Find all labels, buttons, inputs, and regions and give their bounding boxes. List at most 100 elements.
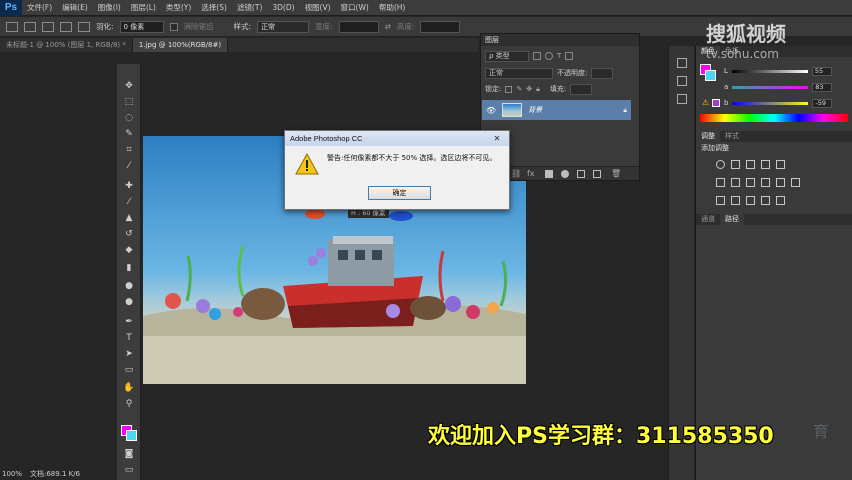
add-mask-icon[interactable]	[545, 170, 553, 178]
screen-mode-icon[interactable]: ▭	[121, 464, 137, 477]
menu-type[interactable]: 类型(Y)	[161, 2, 196, 13]
stamp-tool-icon[interactable]: ▲	[121, 212, 137, 225]
tab-paths[interactable]: 路径	[720, 214, 744, 225]
tab-untitled[interactable]: 未标题-1 @ 100% (图层 1, RGB/8) *	[0, 38, 133, 52]
menu-filter[interactable]: 滤镜(T)	[232, 2, 267, 13]
history-brush-tool-icon[interactable]: ↺	[121, 228, 137, 241]
selective-color-icon[interactable]	[776, 196, 785, 205]
menu-view[interactable]: 视图(V)	[300, 2, 336, 13]
shape-tool-icon[interactable]: ▭	[121, 364, 137, 377]
marquee-tool-icon[interactable]: ⬚	[121, 96, 137, 109]
menu-3d[interactable]: 3D(D)	[267, 3, 299, 12]
gradient-tool-icon[interactable]: ▮	[121, 262, 137, 275]
gamut-warning-icon[interactable]: ⚠	[702, 98, 709, 107]
filter-pixel-icon[interactable]	[533, 52, 541, 60]
tab-adjustments[interactable]: 调整	[696, 131, 720, 142]
eraser-tool-icon[interactable]: ◆	[121, 244, 137, 257]
lock-pixels-icon[interactable]	[505, 85, 513, 93]
width-input[interactable]	[338, 20, 379, 33]
hue-saturation-icon[interactable]	[716, 178, 725, 187]
exposure-icon[interactable]	[761, 160, 770, 169]
filter-type-icon[interactable]: T	[557, 52, 561, 60]
layers-panel-title[interactable]: 图层	[481, 34, 639, 46]
background-color-swatch[interactable]	[126, 430, 137, 441]
color-balance-icon[interactable]	[731, 178, 740, 187]
blend-mode-select[interactable]: 正常	[485, 67, 553, 79]
gamut-swatch[interactable]	[712, 99, 720, 107]
slider-l-track[interactable]	[731, 69, 808, 73]
slider-a-value[interactable]: 83	[812, 82, 833, 92]
vibrance-icon[interactable]	[776, 160, 785, 169]
quick-mask-icon[interactable]: ◙	[121, 448, 137, 461]
hand-tool-icon[interactable]: ✋	[121, 382, 137, 395]
lock-move-icon[interactable]: ✥	[526, 85, 532, 93]
curves-icon[interactable]	[746, 160, 755, 169]
info-panel-icon[interactable]	[677, 94, 687, 104]
add-selection-icon[interactable]	[42, 21, 54, 32]
intersect-selection-icon[interactable]	[78, 21, 90, 32]
path-select-tool-icon[interactable]: ➤	[121, 348, 137, 361]
black-white-icon[interactable]	[746, 178, 755, 187]
lock-all-icon[interactable]: 🔒︎	[536, 85, 540, 94]
pen-tool-icon[interactable]: ✒	[121, 316, 137, 329]
new-selection-icon[interactable]	[24, 21, 36, 32]
visibility-eye-icon[interactable]: 👁︎	[486, 106, 496, 115]
invert-icon[interactable]	[716, 196, 725, 205]
fx-icon[interactable]: fx	[527, 169, 535, 178]
zoom-level[interactable]: 100%	[2, 468, 28, 480]
slider-b-value[interactable]: -59	[812, 98, 833, 108]
tab-channels[interactable]: 通道	[696, 214, 720, 225]
history-panel-icon[interactable]	[677, 58, 687, 68]
menu-image[interactable]: 图像(I)	[93, 2, 126, 13]
menu-edit[interactable]: 编辑(E)	[57, 2, 93, 13]
dialog-title[interactable]: Adobe Photoshop CC	[285, 131, 509, 146]
zoom-tool-icon[interactable]: ⚲	[121, 398, 137, 411]
antialias-checkbox[interactable]	[169, 22, 178, 31]
channel-mixer-icon[interactable]	[776, 178, 785, 187]
photo-filter-icon[interactable]	[761, 178, 770, 187]
layer-name[interactable]: 背景	[528, 105, 542, 115]
tab-1-jpg[interactable]: 1.jpg @ 100%(RGB/8#)	[132, 38, 229, 52]
color-bg-swatch[interactable]	[705, 70, 716, 81]
properties-panel-icon[interactable]	[677, 76, 687, 86]
healing-tool-icon[interactable]: ✚	[121, 180, 137, 193]
adjustment-layer-icon[interactable]	[561, 170, 569, 178]
type-tool-icon[interactable]: T	[121, 332, 137, 345]
brush-tool-icon[interactable]: ⁄	[121, 196, 137, 209]
menu-file[interactable]: 文件(F)	[22, 2, 57, 13]
marquee-preset-icon[interactable]	[6, 21, 18, 32]
delete-layer-icon[interactable]: 🗑︎	[611, 169, 621, 178]
eyedropper-tool-icon[interactable]: ⁄	[121, 160, 137, 173]
subtract-selection-icon[interactable]	[60, 21, 72, 32]
filter-adjust-icon[interactable]	[545, 52, 553, 60]
filter-shape-icon[interactable]	[565, 52, 574, 60]
crop-tool-icon[interactable]: ⌗	[121, 144, 137, 157]
menu-layer[interactable]: 图层(L)	[126, 2, 161, 13]
fill-input[interactable]	[570, 83, 593, 95]
color-spectrum-ramp[interactable]	[700, 114, 848, 122]
brightness-icon[interactable]	[716, 160, 725, 169]
quick-select-tool-icon[interactable]: ✎	[121, 128, 137, 141]
slider-a-track[interactable]	[732, 85, 809, 89]
layer-filter-select[interactable]: ρ 类型	[485, 50, 529, 62]
blur-tool-icon[interactable]: ●	[121, 280, 137, 293]
gradient-map-icon[interactable]	[761, 196, 770, 205]
menu-window[interactable]: 窗口(W)	[336, 2, 374, 13]
menu-help[interactable]: 帮助(H)	[374, 2, 411, 13]
levels-icon[interactable]	[731, 160, 740, 169]
slider-l-value[interactable]: 55	[811, 66, 832, 76]
dialog-close-button[interactable]: ✕	[488, 133, 506, 144]
ok-button[interactable]: 确定	[368, 186, 431, 200]
dodge-tool-icon[interactable]: ●	[121, 296, 137, 309]
move-tool-icon[interactable]: ✥	[121, 80, 137, 93]
slider-b[interactable]: b -59	[724, 98, 848, 108]
lasso-tool-icon[interactable]: ◌	[121, 112, 137, 125]
feather-input[interactable]: 0 像素	[119, 20, 164, 33]
style-select[interactable]: 正常	[257, 20, 310, 33]
opacity-input[interactable]	[591, 67, 614, 79]
new-group-icon[interactable]	[577, 170, 585, 178]
swap-icon[interactable]: ⇄	[385, 22, 391, 31]
posterize-icon[interactable]	[731, 196, 740, 205]
threshold-icon[interactable]	[746, 196, 755, 205]
slider-b-track[interactable]	[732, 101, 809, 105]
